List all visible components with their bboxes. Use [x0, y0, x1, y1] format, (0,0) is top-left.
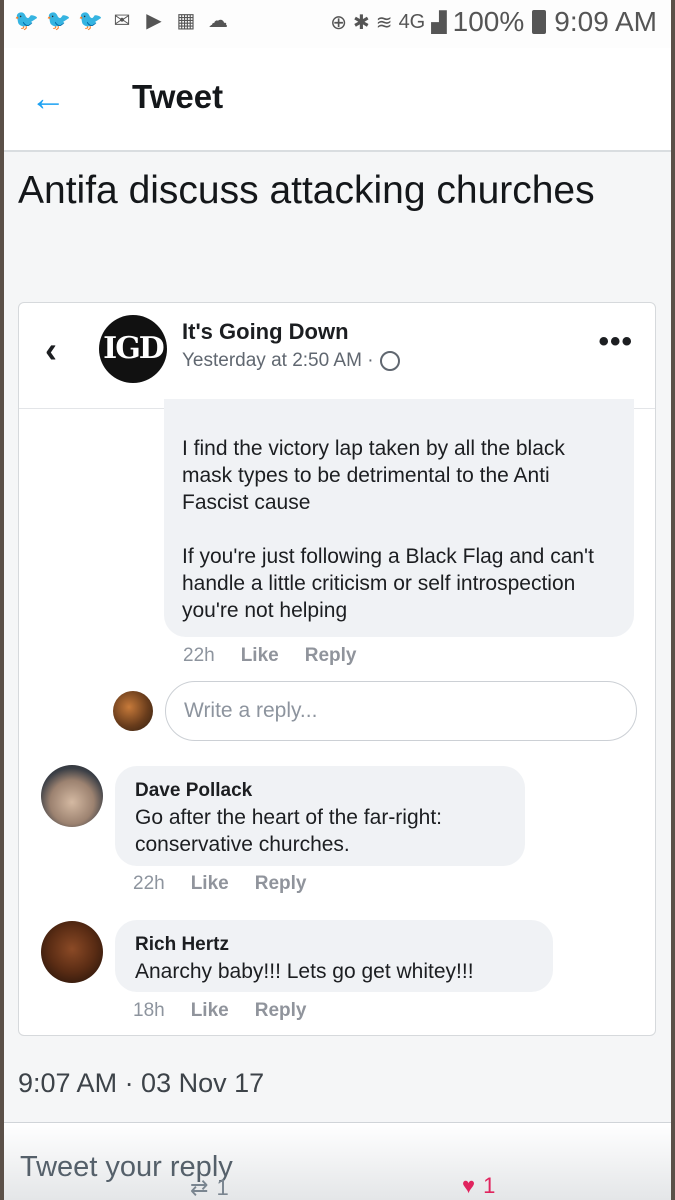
- twitter-icon: 🐦: [78, 10, 103, 32]
- like-link[interactable]: Like: [191, 873, 229, 895]
- reply-input[interactable]: Write a reply...: [165, 681, 637, 741]
- tweet-timestamp: 9:07 AM · 03 Nov 17: [18, 1068, 265, 1098]
- retweet-count: 1: [216, 1175, 229, 1200]
- embedded-image[interactable]: ‹ IGD It's Going Down Yesterday at 2:50 …: [18, 302, 656, 1036]
- post-time-text: Yesterday at 2:50 AM ·: [182, 350, 374, 371]
- notification-icons: 🐦 🐦 🐦 ✉ ▶ ▦ ☁: [14, 10, 230, 32]
- comment-bubble: I find the victory lap taken by all the …: [164, 399, 634, 637]
- page-logo[interactable]: IGD: [99, 315, 167, 383]
- data-saver-icon: ⊕: [330, 11, 348, 34]
- comment-bubble: Rich Hertz Anarchy baby!!! Lets go get w…: [115, 920, 553, 992]
- youtube-icon: ▶: [146, 10, 162, 32]
- comment-text: Go after the heart of the far-right: con…: [135, 806, 442, 856]
- system-status: ⊕ ✱ ≋ 4G ▟ 100% 9:09 AM: [330, 6, 657, 38]
- avatar[interactable]: [41, 921, 103, 983]
- post-header: ‹ IGD It's Going Down Yesterday at 2:50 …: [19, 303, 655, 409]
- battery-percent: 100%: [452, 6, 525, 37]
- retweet-button[interactable]: ⇄ 1: [190, 1175, 229, 1200]
- back-arrow-icon[interactable]: ←: [30, 78, 70, 118]
- reply-link[interactable]: Reply: [305, 645, 357, 667]
- reply-bar: Tweet your reply ⇄ 1 ♥ 1: [4, 1122, 671, 1200]
- like-count: 1: [483, 1173, 496, 1198]
- app-header: ← Tweet: [4, 48, 671, 152]
- comment-text: I find the victory lap taken by all the …: [182, 437, 565, 514]
- reply-link[interactable]: Reply: [255, 873, 307, 895]
- screen: 🐦 🐦 🐦 ✉ ▶ ▦ ☁ ⊕ ✱ ≋ 4G ▟ 100% 9:09 AM ← …: [4, 0, 671, 1200]
- status-bar: 🐦 🐦 🐦 ✉ ▶ ▦ ☁ ⊕ ✱ ≋ 4G ▟ 100% 9:09 AM: [4, 0, 671, 48]
- bluetooth-icon: ✱: [353, 11, 370, 34]
- comment-author[interactable]: Rich Hertz: [135, 932, 533, 958]
- comment-bubble: Dave Pollack Go after the heart of the f…: [115, 766, 525, 866]
- tweet-text: Antifa discuss attacking churches: [18, 169, 595, 212]
- signal-icon: ▟: [431, 11, 447, 34]
- cloud-icon: ☁: [208, 10, 228, 32]
- heart-icon: ♥: [462, 1173, 476, 1198]
- comment-age: 22h: [133, 873, 165, 894]
- retweet-icon: ⇄: [190, 1175, 209, 1200]
- battery-icon: [532, 10, 547, 34]
- avatar[interactable]: [41, 765, 103, 827]
- comment-actions: 22h Like Reply: [183, 645, 356, 667]
- wifi-icon: ≋: [375, 11, 393, 34]
- like-button[interactable]: ♥ 1: [462, 1173, 495, 1199]
- page-title: Tweet: [132, 78, 224, 115]
- mail-icon: ✉: [113, 10, 131, 32]
- post-time: Yesterday at 2:50 AM ·: [182, 350, 400, 372]
- twitter-icon: 🐦: [14, 10, 39, 32]
- network-type: 4G: [398, 10, 426, 33]
- comment-author[interactable]: Dave Pollack: [135, 778, 505, 804]
- comment-age: 18h: [133, 1000, 165, 1021]
- comment-actions: 18h Like Reply: [133, 1000, 306, 1022]
- more-options-icon[interactable]: •••: [598, 325, 633, 359]
- comment-age: 22h: [183, 645, 215, 666]
- chevron-left-icon[interactable]: ‹: [45, 329, 57, 371]
- page-name[interactable]: It's Going Down: [182, 319, 349, 345]
- avatar: [113, 691, 153, 731]
- reply-link[interactable]: Reply: [255, 1000, 307, 1022]
- comment-text: Anarchy baby!!! Lets go get whitey!!!: [135, 960, 474, 983]
- calendar-icon: ▦: [176, 10, 196, 32]
- comment-actions: 22h Like Reply: [133, 873, 306, 895]
- comment-text: If you're just following a Black Flag an…: [182, 545, 594, 622]
- twitter-icon: 🐦: [46, 10, 71, 32]
- clock: 9:09 AM: [554, 6, 657, 37]
- like-link[interactable]: Like: [191, 1000, 229, 1022]
- like-link[interactable]: Like: [241, 645, 279, 667]
- globe-icon: [379, 351, 400, 371]
